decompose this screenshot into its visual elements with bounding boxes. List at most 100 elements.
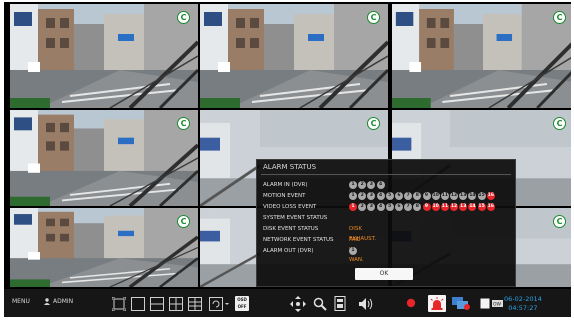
network-icon[interactable] [452, 296, 472, 311]
channel-indicator: 2 [358, 181, 367, 189]
channel-number: 02 [203, 6, 212, 14]
channel-indicator: 12 [450, 192, 459, 200]
multi-layout-icon[interactable] [188, 297, 202, 311]
channel-indicator: 4 [376, 181, 385, 189]
alarm-siren-icon [430, 297, 444, 310]
datetime-display: 06-02-2014 04:57:27 [504, 295, 542, 313]
channel-indicator: 1 [349, 247, 357, 255]
rec-status-icon: C [553, 215, 566, 228]
channel-number: 10 [203, 210, 212, 218]
disk-icon [480, 298, 490, 309]
alarm-row-label: SYSTEM EVENT STATUS [263, 215, 328, 221]
rec-status-icon: C [177, 11, 190, 24]
title-divider [261, 174, 511, 175]
channel-indicators: 1 [349, 247, 357, 255]
osd-off-button[interactable]: OSD OFF [235, 296, 249, 311]
channel-indicator: 2 [358, 192, 367, 200]
channel-indicator: 1 [349, 192, 357, 200]
channel-indicator: 2 [358, 203, 367, 211]
rec-status-icon: C [367, 117, 380, 130]
channel-indicator: 9 [422, 192, 431, 200]
channel-indicator: 7 [404, 203, 413, 211]
ok-button[interactable]: OK [355, 268, 413, 280]
rec-status-icon: C [367, 11, 380, 24]
channel-indicator: 9 [422, 203, 431, 211]
channel-indicator: 14 [468, 192, 477, 200]
alarm-row-label: ALARM OUT (DVR) [263, 248, 314, 254]
bottom-toolbar: MENU ADMIN OSD OFF OW 06-02-2014 04:57:2… [4, 289, 571, 317]
channel-indicator: 4 [376, 203, 385, 211]
rec-status-icon: C [177, 215, 190, 228]
channel-indicator: 10 [431, 192, 440, 200]
channel-indicator: 1 [349, 181, 357, 189]
channel-indicator: 6 [394, 203, 403, 211]
channel-indicator: 5 [385, 192, 394, 200]
alarm-button[interactable] [428, 295, 446, 312]
channel-number: 09 [13, 210, 22, 218]
channel-indicator: 10 [431, 203, 440, 211]
channel-indicator: 3 [367, 192, 376, 200]
channel-indicator: 8 [413, 203, 422, 211]
pan-tilt-icon[interactable] [290, 296, 306, 312]
channel-indicator: 1 [349, 203, 357, 211]
camera-tile[interactable]: 05 C [10, 110, 198, 206]
overwrite-icon: OW [492, 300, 503, 307]
camera-tile[interactable]: 02 C [200, 4, 388, 108]
camera-tile[interactable]: 09 C [10, 208, 198, 287]
camera-tile[interactable]: 01 C [10, 4, 198, 108]
svg-text:OW: OW [493, 301, 502, 307]
channel-number: 07 [395, 112, 404, 120]
channel-indicator: 16 [486, 203, 495, 211]
channel-indicator: 8 [413, 192, 422, 200]
channel-indicator: 4 [376, 192, 385, 200]
alarm-status-dialog: ALARM STATUS ALARM IN (DVR) 1 2 3 4 MOTION EV… [256, 159, 516, 287]
alarm-row-label: DISK EVENT STATUS [263, 226, 319, 232]
channel-indicator: 13 [459, 192, 468, 200]
channel-indicator: 14 [468, 203, 477, 211]
snapshot-icon[interactable] [334, 296, 346, 311]
channel-number: 06 [203, 112, 212, 120]
audio-icon[interactable] [358, 297, 373, 311]
channel-indicator: 11 [440, 203, 449, 211]
channel-indicators: 1 2 3 4 5 6 7 8 9 10 11 12 13 14 15 16 [349, 203, 495, 211]
channel-indicator: 5 [385, 203, 394, 211]
channel-indicators: 1234 [349, 181, 385, 189]
alarm-dialog-title: ALARM STATUS [263, 163, 317, 171]
quad-layout-icon[interactable] [169, 297, 183, 311]
menu-button[interactable]: MENU [12, 298, 30, 305]
rec-status-icon: C [553, 117, 566, 130]
rec-status-icon: C [553, 11, 566, 24]
camera-tile[interactable]: 03 C [392, 4, 571, 108]
channel-indicator: 11 [440, 192, 449, 200]
channel-indicator: 7 [404, 192, 413, 200]
user-name: ADMIN [53, 298, 74, 305]
alarm-row-label: ALARM IN (DVR) [263, 182, 308, 188]
channel-indicator: 15 [477, 203, 486, 211]
record-icon[interactable] [406, 298, 416, 308]
date-text: 06-02-2014 [504, 295, 542, 303]
dvr-monitor-screen: 01C02C03C05C06C07C09C1011C ALARM STATUS … [4, 2, 571, 317]
zoom-icon[interactable] [313, 297, 327, 311]
channel-indicator: 13 [459, 203, 468, 211]
channel-indicator: 15 [477, 192, 486, 200]
alarm-row-label: MOTION EVENT [263, 193, 306, 199]
channel-indicator: 3 [367, 181, 376, 189]
time-text: 04:57:27 [508, 304, 538, 312]
disk-status[interactable]: OW [480, 298, 503, 309]
channel-indicator: 12 [450, 203, 459, 211]
fullscreen-layout-icon[interactable] [112, 297, 126, 311]
channel-indicator: 3 [367, 203, 376, 211]
single-layout-icon[interactable] [131, 297, 145, 311]
channel-indicators: 1 2 3 4 5 6 7 8 9 10 11 12 13 14 15 16 [349, 192, 495, 200]
user-account[interactable]: ADMIN [44, 298, 73, 305]
channel-indicator: 6 [394, 192, 403, 200]
channel-number: 05 [13, 112, 22, 120]
alarm-row-label: NETWORK EVENT STATUS [263, 237, 334, 243]
rec-status-icon: C [177, 117, 190, 130]
channel-indicator: 16 [486, 192, 495, 200]
channel-number: 03 [395, 6, 404, 14]
channel-number: 01 [13, 6, 22, 14]
alarm-row-label: VIDEO LOSS EVENT [263, 204, 317, 210]
split2-layout-icon[interactable] [150, 297, 164, 311]
sequence-icon[interactable] [209, 297, 229, 311]
